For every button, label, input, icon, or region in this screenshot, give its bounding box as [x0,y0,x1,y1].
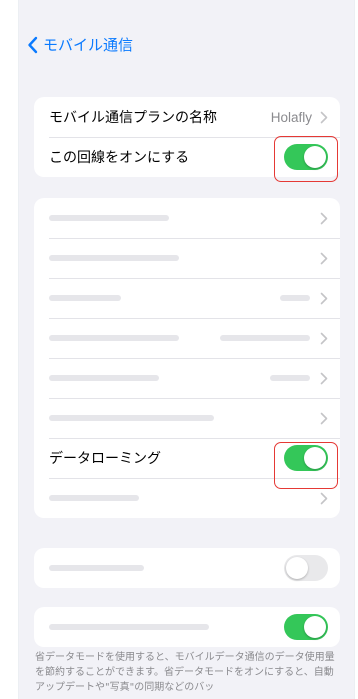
back-button[interactable]: モバイル通信 [27,34,133,55]
blurred-text [49,375,159,381]
settings-row[interactable] [34,238,340,278]
blurred-text [49,335,179,341]
blurred-value [280,295,310,301]
chevron-right-icon [320,372,328,384]
blurred-text [49,565,144,571]
settings-row[interactable] [34,278,340,318]
toggle-knob [304,616,326,638]
chevron-left-icon [28,36,38,53]
plan-name-label: モバイル通信プランの名称 [49,110,217,126]
plan-name-row[interactable]: モバイル通信プランの名称 Holafly [34,97,340,137]
cellular-settings-group: データローミング [34,198,340,518]
toggle-row [34,607,340,647]
settings-toggle-off[interactable] [284,555,328,581]
blurred-value [220,335,310,341]
line-on-label: この回線をオンにする [49,150,190,166]
data-roaming-row: データローミング [34,438,340,478]
chevron-right-icon [320,492,328,504]
blurred-text [49,415,214,421]
blurred-text [49,624,209,630]
chevron-right-icon [320,292,328,304]
chevron-right-icon [320,412,328,424]
blurred-text [49,215,169,221]
settings-row[interactable] [34,398,340,438]
plan-group: モバイル通信プランの名称 Holafly この回線をオンにする [34,97,340,177]
footer-description: 省データモードを使用すると、モバイルデータ通信のデータ使用量を節約することができ… [35,652,335,693]
settings-toggle-on[interactable] [284,614,328,640]
blurred-text [49,255,179,261]
chevron-right-icon [320,111,328,123]
line-on-toggle[interactable] [284,144,328,170]
data-roaming-toggle[interactable] [284,445,328,471]
settings-row[interactable] [34,478,340,518]
toggle-group-2 [34,607,340,647]
toggle-group-1 [34,548,340,588]
chevron-right-icon [320,252,328,264]
chevron-right-icon [320,332,328,344]
plan-name-value: Holafly [270,109,312,125]
toggle-knob [304,447,326,469]
toggle-row [34,548,340,588]
blurred-text [49,295,121,301]
blurred-value [270,375,310,381]
chevron-right-icon [320,212,328,224]
toggle-knob [304,146,326,168]
settings-screen: モバイル通信 モバイル通信プランの名称 Holafly この回線をオンにする デ… [18,0,355,699]
toggle-knob [286,557,308,579]
line-on-row: この回線をオンにする [34,137,340,177]
blurred-text [49,495,139,501]
settings-row[interactable] [34,198,340,238]
back-label: モバイル通信 [43,36,134,54]
data-roaming-label: データローミング [49,451,161,467]
settings-row[interactable] [34,358,340,398]
settings-row[interactable] [34,318,340,358]
